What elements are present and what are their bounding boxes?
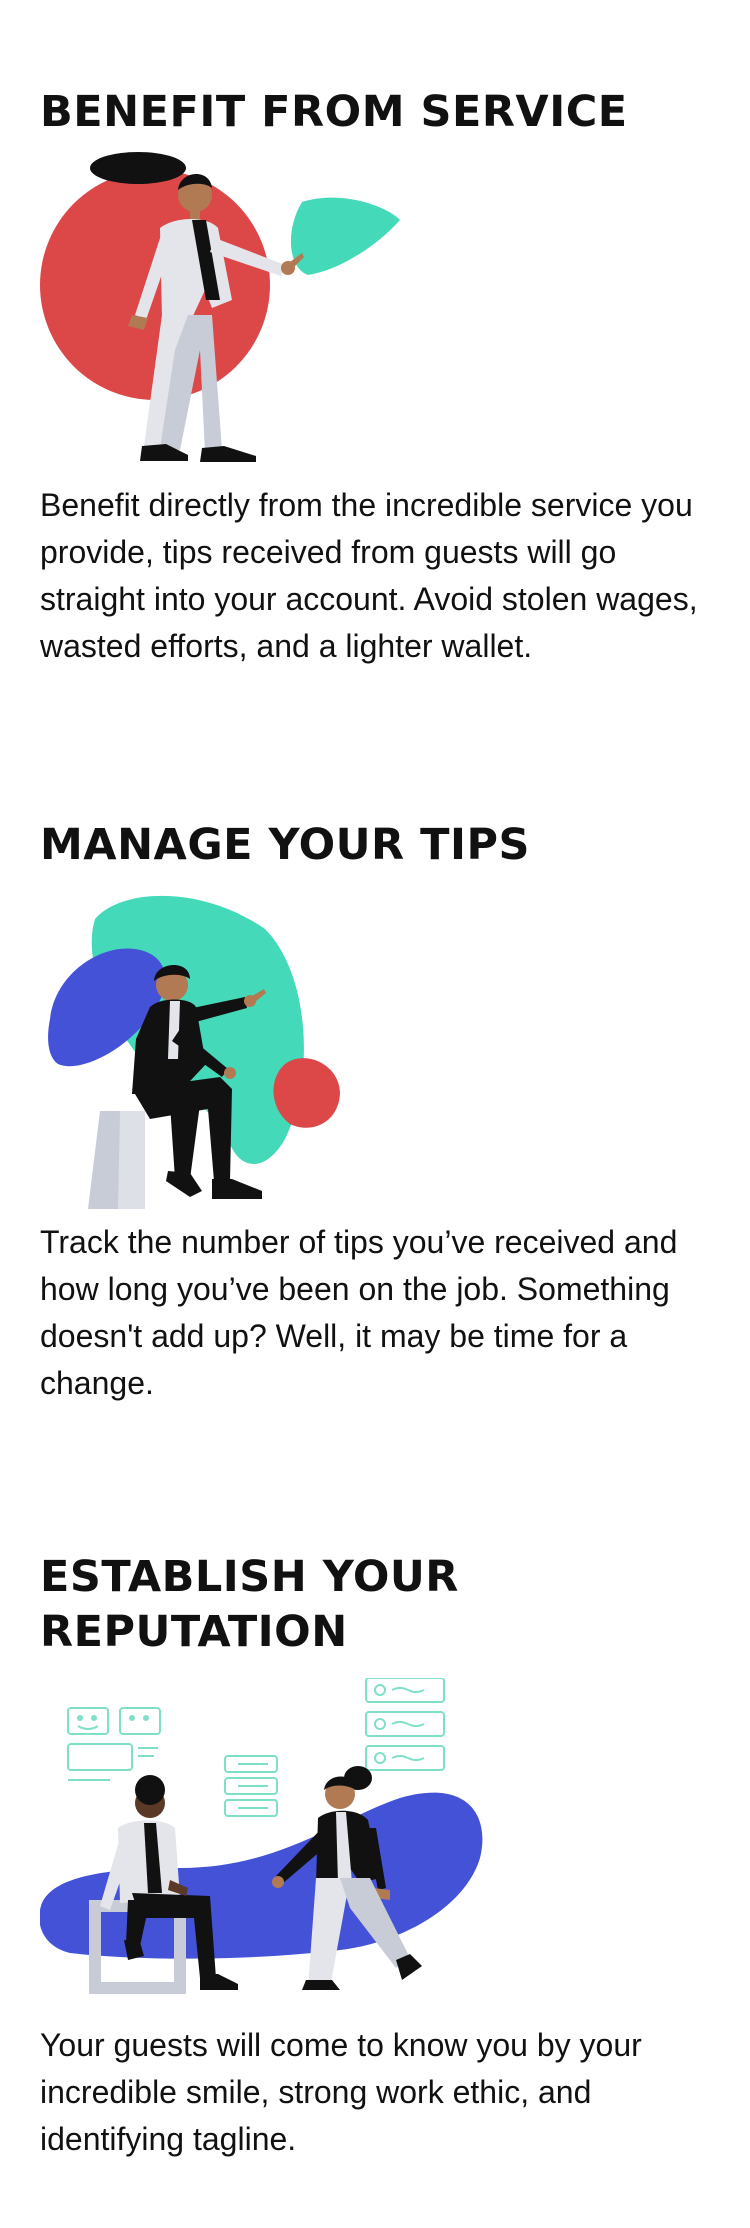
benefit-section: BENEFIT FROM SERVICE Benefit directly fr…	[40, 85, 720, 670]
section-title: MANAGE YOUR TIPS	[40, 820, 530, 870]
section-description: Your guests will come to know you by you…	[40, 2027, 642, 2157]
review-cards-right	[365, 1678, 445, 1771]
section-title: BENEFIT FROM SERVICE	[40, 87, 628, 137]
red-blob-shape	[273, 1058, 340, 1128]
reputation-section: ESTABLISH YOUR REPUTATION Your guests wi…	[40, 1550, 720, 2163]
person-pointing-illustration	[40, 152, 400, 462]
blue-blob-shape	[40, 1792, 483, 1959]
section-description: Benefit directly from the incredible ser…	[40, 487, 698, 664]
review-cards-middle	[224, 1755, 278, 1817]
two-people-reviews-illustration	[40, 1678, 483, 1994]
manage-tips-section: MANAGE YOUR TIPS Track the number of tip…	[40, 818, 720, 1407]
section-title: ESTABLISH YOUR REPUTATION	[40, 1552, 459, 1657]
teal-blob-shape	[290, 197, 400, 275]
section-description: Track the number of tips you’ve received…	[40, 1224, 678, 1401]
seated-person-pointing-illustration	[48, 895, 340, 1209]
review-cards-left	[67, 1707, 161, 1781]
